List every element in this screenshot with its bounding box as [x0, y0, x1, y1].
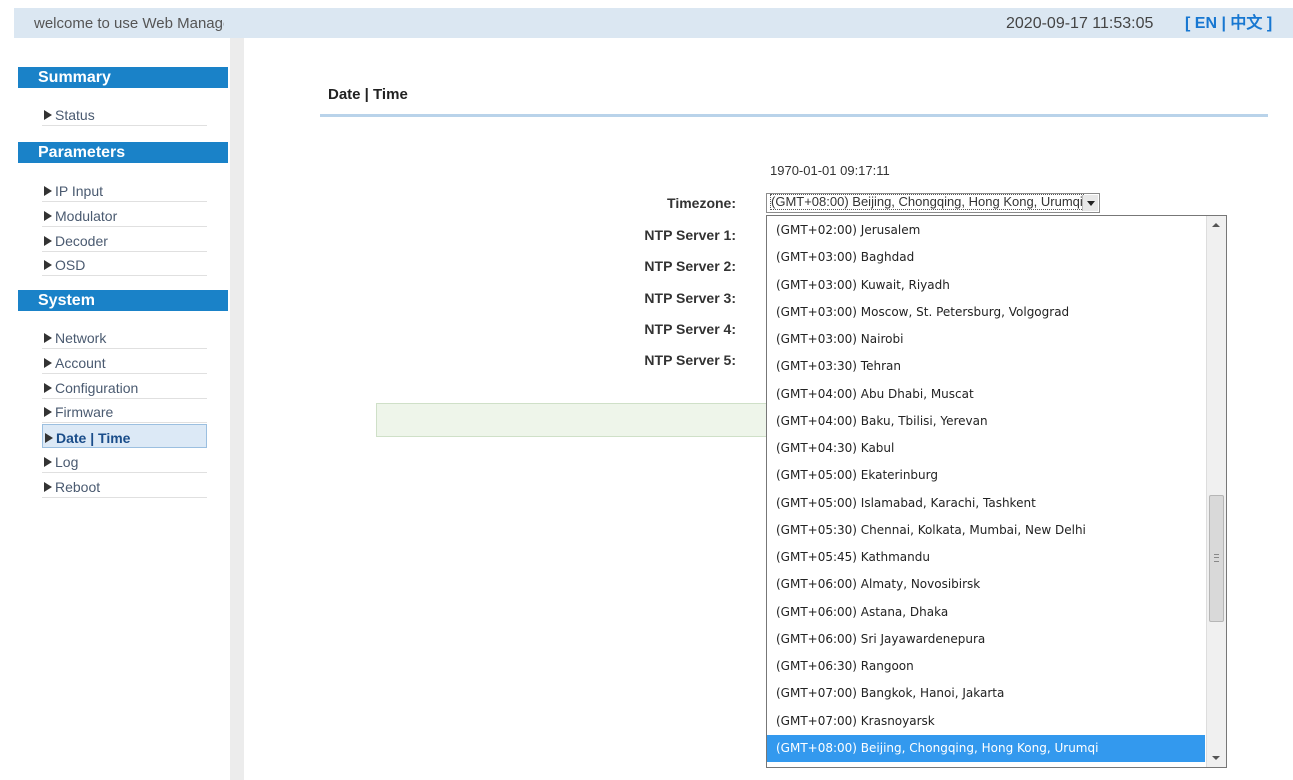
timezone-option[interactable]: (GMT+05:30) Chennai, Kolkata, Mumbai, Ne…	[767, 517, 1205, 544]
sidebar-item-label: Network	[55, 330, 107, 346]
triangle-right-icon	[44, 407, 52, 418]
timezone-option[interactable]: (GMT+03:30) Tehran	[767, 353, 1205, 380]
top-bar: welcome to use Web Management System 202…	[0, 0, 1293, 40]
sidebar-item-network[interactable]: Network	[42, 325, 207, 349]
triangle-right-icon	[44, 481, 52, 492]
sidebar-item-decoder[interactable]: Decoder	[42, 228, 207, 252]
timezone-select[interactable]: (GMT+08:00) Beijing, Chongqing, Hong Kon…	[766, 193, 1100, 213]
sidebar-item-configuration[interactable]: Configuration	[42, 375, 207, 399]
timezone-label: Timezone:	[667, 195, 736, 211]
left-edge	[0, 38, 14, 780]
triangle-right-icon	[44, 110, 52, 120]
sidebar-item-label: IP Input	[55, 183, 104, 199]
timezone-option[interactable]: (GMT+07:00) Bangkok, Hanoi, Jakarta	[767, 680, 1205, 707]
timezone-option[interactable]: (GMT+03:00) Kuwait, Riyadh	[767, 272, 1205, 299]
timezone-option[interactable]: (GMT+05:00) Islamabad, Karachi, Tashkent	[767, 490, 1205, 517]
timezone-dropdown-list[interactable]: (GMT+02:00) Jerusalem (GMT+03:00) Baghdad…	[766, 215, 1227, 768]
title-divider	[320, 114, 1268, 117]
timezone-option[interactable]: (GMT+03:00) Moscow, St. Petersburg, Volg…	[767, 299, 1205, 326]
ntp-server-3-label: NTP Server 3:	[644, 290, 736, 306]
timezone-option[interactable]: (GMT+06:00) Sri Jayawardenepura	[767, 626, 1205, 653]
lang-bracket-close: ]	[1266, 15, 1273, 32]
timezone-option[interactable]: (GMT+04:00) Baku, Tbilisi, Yerevan	[767, 408, 1205, 435]
ntp-server-5-label: NTP Server 5:	[644, 352, 736, 368]
timezone-option[interactable]: (GMT+05:00) Ekaterinburg	[767, 462, 1205, 489]
timezone-option[interactable]: (GMT+04:00) Abu Dhabi, Muscat	[767, 381, 1205, 408]
sidebar-section-summary: Summary	[18, 67, 228, 88]
triangle-right-icon	[45, 433, 53, 444]
lang-separator: |	[1221, 15, 1226, 32]
timezone-option[interactable]: (GMT+06:00) Astana, Dhaka	[767, 599, 1205, 626]
sidebar-item-label: Configuration	[55, 379, 139, 396]
timezone-option[interactable]: (GMT+04:30) Kabul	[767, 435, 1205, 462]
timezone-option[interactable]: (GMT+07:00) Krasnoyarsk	[767, 708, 1205, 735]
ntp-server-4-label: NTP Server 4:	[644, 321, 736, 337]
sidebar-item-ip-input[interactable]: IP Input	[42, 178, 207, 202]
timezone-option[interactable]: (GMT+06:30) Rangoon	[767, 653, 1205, 680]
sidebar-item-modulator[interactable]: Modulator	[42, 203, 207, 227]
sidebar-item-reboot[interactable]: Reboot	[42, 474, 207, 498]
sidebar-item-label: Decoder	[55, 232, 108, 249]
triangle-right-icon	[44, 457, 52, 467]
ntp-server-2-label: NTP Server 2:	[644, 258, 736, 274]
chevron-down-icon[interactable]	[1082, 195, 1098, 211]
lang-cn-link[interactable]: 中文	[1230, 15, 1262, 32]
language-switcher: [ EN | 中文 ]	[1185, 12, 1272, 36]
scroll-down-arrow-icon[interactable]	[1207, 750, 1225, 767]
status-message-box	[376, 403, 776, 437]
sidebar-item-log[interactable]: Log	[42, 449, 207, 473]
sidebar-item-label: Modulator	[55, 207, 118, 224]
triangle-right-icon	[44, 235, 52, 246]
lang-bracket-open: [	[1185, 15, 1191, 32]
page-title: Date | Time	[328, 86, 408, 103]
ntp-server-1-label: NTP Server 1:	[644, 227, 736, 243]
sidebar-item-date-time[interactable]: Date | Time	[42, 424, 207, 449]
sidebar-item-account[interactable]: Account	[42, 350, 207, 374]
sidebar-item-label: Date | Time	[56, 430, 131, 447]
sidebar-section-system: System	[18, 290, 228, 311]
scrollbar-thumb[interactable]	[1209, 495, 1224, 622]
scroll-up-arrow-icon[interactable]	[1207, 216, 1225, 233]
sidebar-item-status[interactable]: Status	[42, 102, 207, 126]
sidebar-item-label: OSD	[55, 257, 86, 274]
lang-en-link[interactable]: EN	[1195, 15, 1217, 32]
current-device-time: 1970-01-01 09:17:11	[770, 163, 890, 178]
triangle-right-icon	[44, 186, 52, 196]
timezone-option[interactable]: (GMT+03:00) Baghdad	[767, 244, 1205, 271]
sidebar-divider	[230, 38, 244, 780]
grip-icon	[1214, 554, 1219, 562]
sidebar-item-label: Status	[55, 107, 95, 123]
sidebar-section-parameters: Parameters	[18, 142, 228, 163]
timezone-option[interactable]: (GMT+05:45) Kathmandu	[767, 544, 1205, 571]
timezone-option[interactable]: (GMT+02:00) Jerusalem	[767, 217, 1205, 244]
timezone-select-value: (GMT+08:00) Beijing, Chongqing, Hong Kon…	[770, 194, 1084, 210]
welcome-text: welcome to use Web Management System	[34, 15, 224, 32]
triangle-right-icon	[44, 382, 52, 393]
triangle-right-icon	[44, 260, 52, 271]
sidebar-item-osd[interactable]: OSD	[42, 252, 207, 277]
sidebar-item-label: Reboot	[55, 478, 101, 495]
sidebar-item-label: Account	[55, 354, 106, 371]
dropdown-scrollbar[interactable]	[1206, 216, 1226, 767]
system-datetime: 2020-09-17 11:53:05	[1006, 15, 1154, 32]
sidebar-item-firmware[interactable]: Firmware	[42, 399, 207, 424]
sidebar-item-label: Firmware	[55, 404, 114, 421]
triangle-right-icon	[44, 333, 52, 343]
timezone-option[interactable]: (GMT+08:00) Beijing, Chongqing, Hong Kon…	[767, 734, 1205, 762]
timezone-option[interactable]: (GMT+06:00) Almaty, Novosibirsk	[767, 571, 1205, 598]
sidebar-item-label: Log	[55, 454, 79, 470]
triangle-right-icon	[44, 357, 52, 368]
timezone-option[interactable]: (GMT+03:00) Nairobi	[767, 326, 1205, 353]
triangle-right-icon	[44, 210, 52, 221]
